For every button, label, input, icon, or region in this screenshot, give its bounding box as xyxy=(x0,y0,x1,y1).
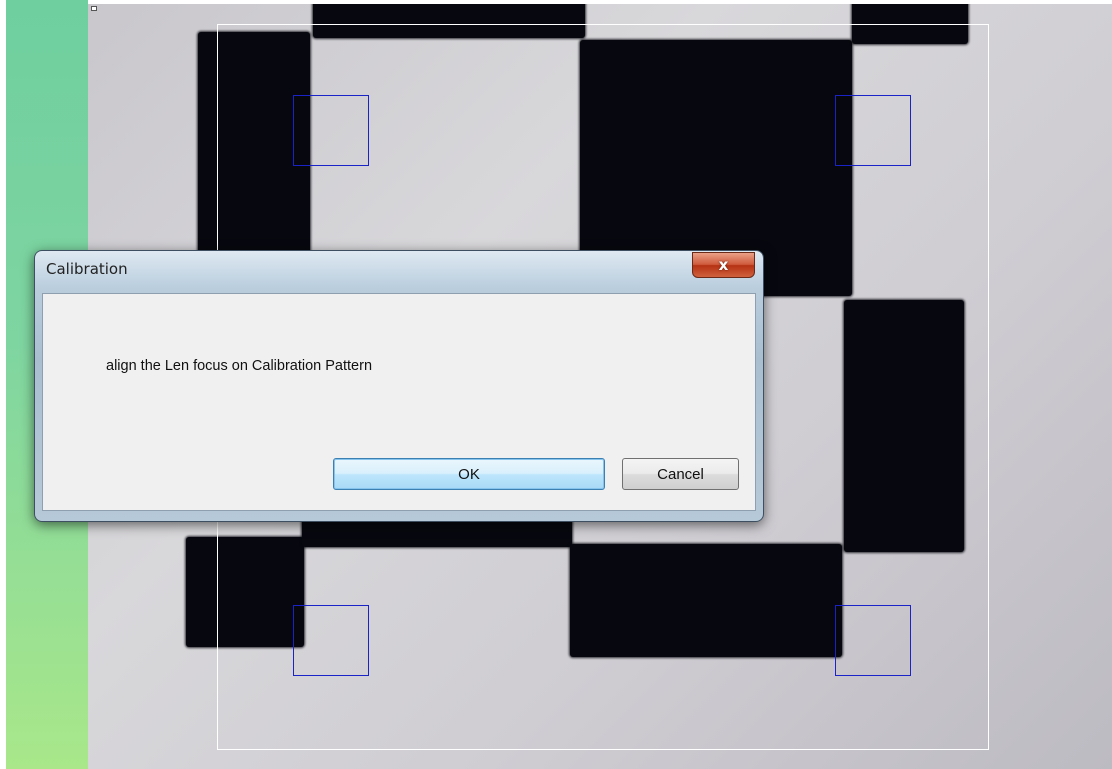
close-button[interactable]: x xyxy=(692,252,755,278)
target-box-top-left xyxy=(293,95,369,166)
target-box-top-right xyxy=(835,95,911,166)
dialog-message: align the Len focus on Calibration Patte… xyxy=(106,358,373,374)
ok-button[interactable]: OK xyxy=(333,458,605,490)
dialog-body: align the Len focus on Calibration Patte… xyxy=(42,293,756,511)
target-box-bottom-left xyxy=(293,605,369,676)
calibration-dialog: Calibration x align the Len focus on Cal… xyxy=(34,250,764,522)
corner-marker xyxy=(91,6,97,11)
target-box-bottom-right xyxy=(835,605,911,676)
cancel-button[interactable]: Cancel xyxy=(622,458,739,490)
dialog-title: Calibration xyxy=(46,260,128,278)
close-icon: x xyxy=(718,256,729,274)
